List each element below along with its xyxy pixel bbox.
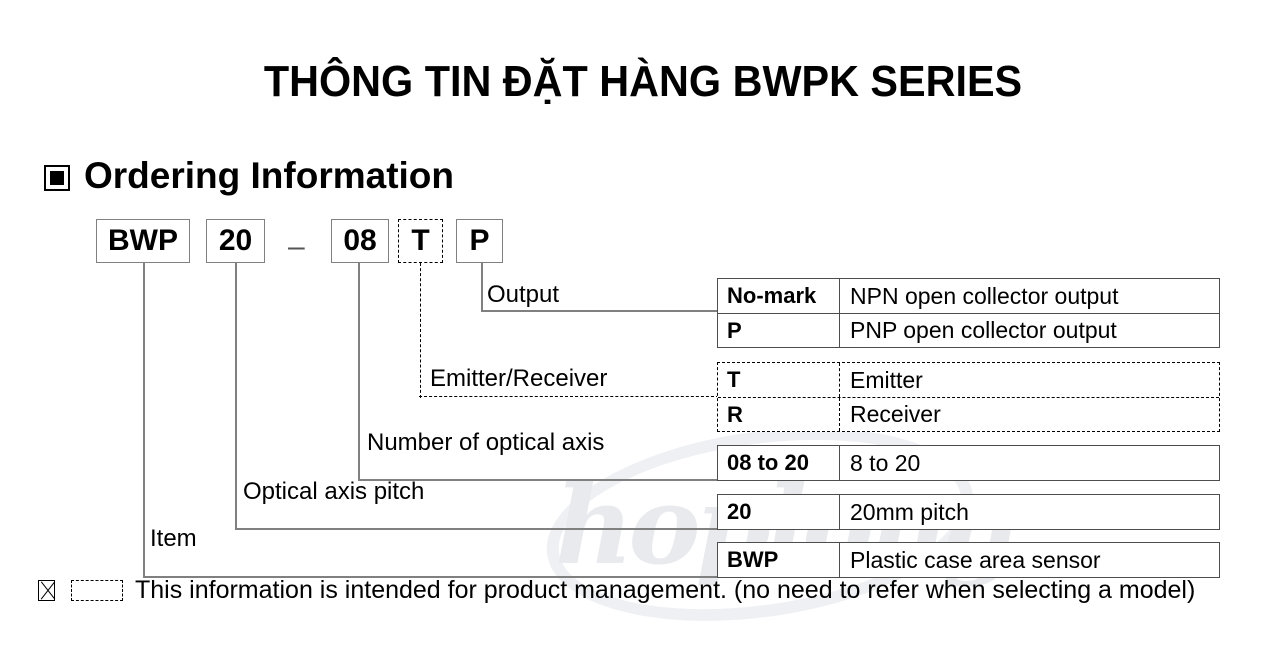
- leader-line-item-vertical: [143, 263, 145, 578]
- table-row: 20 20mm pitch: [718, 495, 1219, 529]
- footnote-text: This information is intended for product…: [135, 576, 1196, 604]
- table-item: BWP Plastic case area sensor: [717, 542, 1220, 578]
- page-title: THÔNG TIN ĐẶT HÀNG BWPK SERIES: [263, 57, 1023, 106]
- table-row: No-mark NPN open collector output: [718, 279, 1219, 313]
- leader-line-output-horizontal: [481, 310, 718, 312]
- filled-square-icon: [44, 164, 70, 191]
- code-separator-dash: –: [288, 230, 305, 263]
- table-cell-desc: 8 to 20: [850, 449, 921, 476]
- dotted-box-icon: [71, 580, 123, 601]
- leader-label-pitch: Optical axis pitch: [243, 478, 425, 505]
- table-cell-code: 20: [718, 495, 840, 529]
- table-row: T Emitter: [718, 363, 1219, 397]
- table-cell-desc: PNP open collector output: [850, 317, 1117, 343]
- table-cell-code: P: [718, 314, 840, 347]
- table-cell-code: 08 to 20: [718, 446, 840, 480]
- table-cell-desc: 20mm pitch: [850, 498, 969, 525]
- leader-line-axis-count-vertical: [358, 263, 360, 481]
- leader-label-emitter-receiver: Emitter/Receiver: [430, 365, 608, 392]
- table-cell-desc: Emitter: [850, 366, 923, 393]
- table-optical-axis-pitch: 20 20mm pitch: [717, 494, 1220, 530]
- leader-line-emitter-receiver-vertical: [420, 263, 421, 398]
- code-box-output[interactable]: P: [456, 219, 503, 263]
- leader-line-pitch-vertical: [235, 263, 237, 530]
- table-cell-desc: Receiver: [850, 401, 941, 427]
- table-number-of-optical-axis: 08 to 20 8 to 20: [717, 445, 1220, 481]
- table-cell-code: T: [718, 363, 840, 397]
- missing-glyph-box-icon: [38, 580, 55, 601]
- leader-line-pitch-horizontal: [235, 528, 718, 530]
- table-row: R Receiver: [718, 397, 1219, 431]
- code-box-emitter-receiver[interactable]: T: [398, 219, 443, 263]
- leader-line-emitter-receiver-horizontal: [419, 396, 719, 397]
- table-cell-desc: NPN open collector output: [850, 282, 1119, 309]
- table-cell-code: No-mark: [718, 279, 840, 313]
- leader-label-item: Item: [150, 525, 197, 552]
- table-row: BWP Plastic case area sensor: [718, 543, 1219, 577]
- leader-label-output: Output: [487, 281, 560, 308]
- leader-label-axis-count: Number of optical axis: [367, 429, 605, 456]
- table-cell-desc: Plastic case area sensor: [850, 546, 1101, 573]
- section-heading-label: Ordering Information: [84, 155, 454, 196]
- ordering-information-page: hoplong THÔNG TIN ĐẶT HÀNG BWPK SERIES O…: [0, 0, 1286, 665]
- code-box-item[interactable]: BWP: [96, 219, 190, 263]
- table-cell-code: R: [718, 398, 840, 431]
- code-box-pitch[interactable]: 20: [206, 219, 265, 263]
- table-emitter-receiver: T Emitter R Receiver: [717, 362, 1220, 432]
- footnote: This information is intended for product…: [38, 578, 1195, 603]
- table-row: 08 to 20 8 to 20: [718, 446, 1219, 480]
- leader-line-output-vertical: [481, 263, 483, 312]
- section-heading: Ordering Information: [44, 157, 454, 194]
- table-cell-code: BWP: [718, 543, 840, 577]
- table-output: No-mark NPN open collector output P PNP …: [717, 278, 1220, 348]
- code-box-axis-count[interactable]: 08: [331, 219, 389, 263]
- table-row: P PNP open collector output: [718, 313, 1219, 347]
